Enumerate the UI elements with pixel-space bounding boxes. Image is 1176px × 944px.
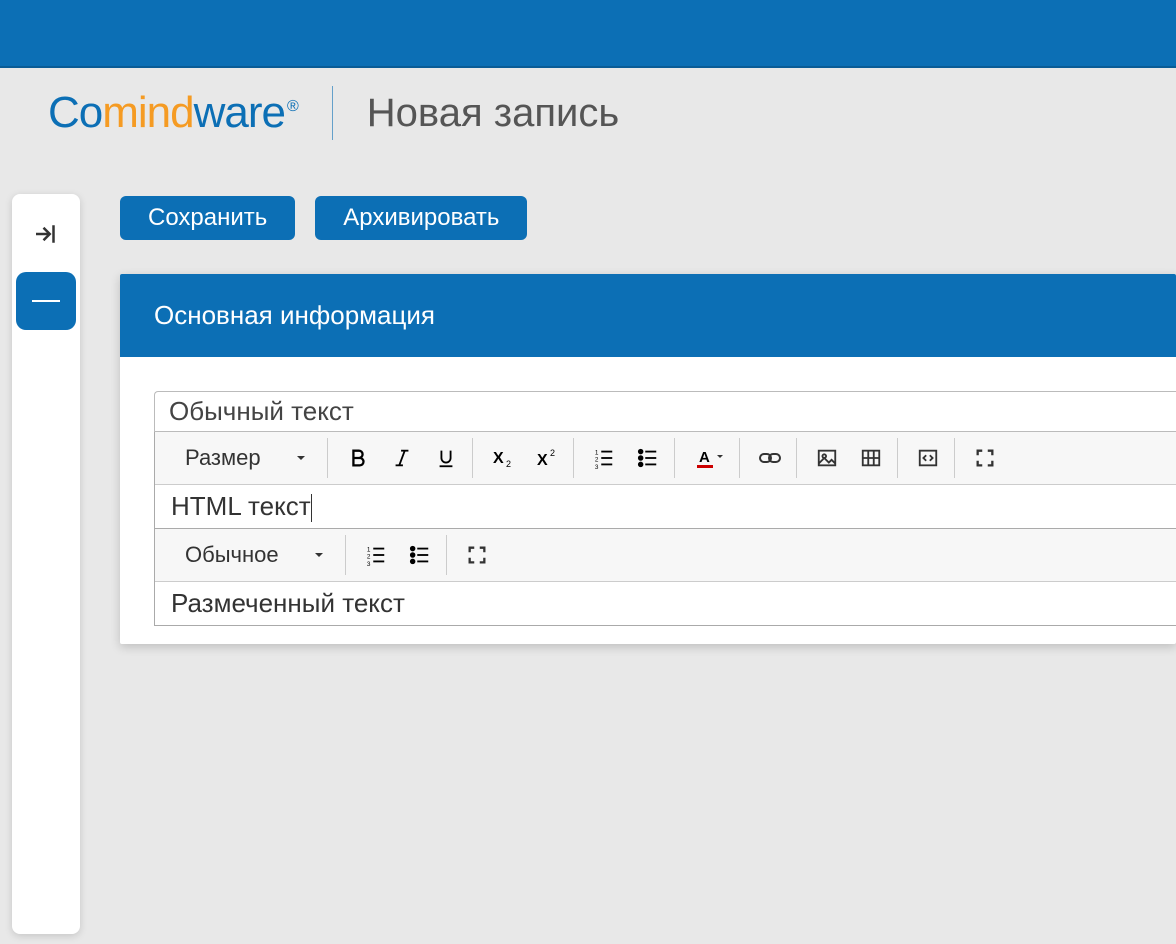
text-style-label: Обычное [185, 542, 279, 568]
caret-down-icon [313, 549, 325, 561]
underline-button[interactable] [430, 442, 462, 474]
brand-part-ware: ware [194, 88, 285, 137]
panel-header: Основная информация [120, 274, 1176, 357]
code-button[interactable] [912, 442, 944, 474]
text-color-icon: A [695, 447, 723, 469]
svg-text:2: 2 [506, 459, 511, 469]
link-button[interactable] [754, 442, 786, 474]
subscript-button[interactable]: X2 [487, 442, 519, 474]
brand-part-co: Co [48, 88, 102, 137]
svg-text:3: 3 [366, 561, 370, 566]
superscript-icon: X2 [535, 447, 559, 469]
ordered-list-button[interactable]: 123 [588, 442, 620, 474]
svg-text:X: X [537, 452, 548, 469]
svg-text:2: 2 [550, 448, 555, 458]
header-divider [332, 86, 333, 140]
fullscreen-icon [466, 544, 488, 566]
unordered-list-button-2[interactable] [404, 539, 436, 571]
html-editor: Размер X2 X2 123 [154, 431, 1176, 529]
bold-button[interactable] [342, 442, 374, 474]
fullscreen-button-2[interactable] [461, 539, 493, 571]
svg-text:2: 2 [366, 554, 370, 561]
subscript-icon: X2 [491, 447, 515, 469]
brand-logo: Comindware® [48, 88, 298, 138]
svg-text:3: 3 [594, 464, 598, 469]
top-bar [0, 0, 1176, 68]
markup-editor-content[interactable]: Размеченный текст [155, 582, 1176, 625]
fullscreen-icon [974, 447, 996, 469]
plain-text-input[interactable] [154, 391, 1176, 432]
svg-text:X: X [493, 450, 504, 467]
italic-button[interactable] [386, 442, 418, 474]
font-size-label: Размер [185, 445, 261, 471]
hamburger-icon [32, 300, 60, 302]
text-style-select[interactable]: Обычное [175, 542, 335, 568]
content-area: Сохранить Архивировать Основная информац… [120, 196, 1176, 644]
collapse-sidebar-button[interactable] [24, 212, 68, 256]
ordered-list-icon: 123 [365, 544, 387, 566]
archive-button[interactable]: Архивировать [315, 196, 527, 240]
side-rail [12, 194, 80, 934]
link-icon [758, 448, 782, 468]
font-size-select[interactable]: Размер [175, 445, 317, 471]
markup-editor: Обычное 123 Размеченный текст [154, 528, 1176, 626]
unordered-list-icon [409, 544, 431, 566]
unordered-list-icon [637, 447, 659, 469]
arrow-to-bar-icon [31, 219, 61, 249]
image-icon [816, 447, 838, 469]
svg-text:2: 2 [594, 457, 598, 464]
italic-icon [391, 447, 413, 469]
html-text-value: HTML текст [171, 491, 311, 521]
unordered-list-button[interactable] [632, 442, 664, 474]
text-color-button[interactable]: A [689, 442, 729, 474]
page-title: Новая запись [367, 91, 619, 136]
svg-text:A: A [699, 449, 710, 466]
panel-body: Размер X2 X2 123 [120, 357, 1176, 644]
svg-text:1: 1 [366, 546, 370, 553]
brand-part-mind: mind [102, 88, 193, 137]
save-button[interactable]: Сохранить [120, 196, 295, 240]
bold-icon [347, 447, 369, 469]
markup-editor-toolbar: Обычное 123 [155, 529, 1176, 582]
main-panel: Основная информация Размер [120, 274, 1176, 644]
fullscreen-button[interactable] [969, 442, 1001, 474]
ordered-list-button-2[interactable]: 123 [360, 539, 392, 571]
underline-icon [435, 447, 457, 469]
html-editor-content[interactable]: HTML текст [155, 485, 1176, 528]
caret-down-icon [295, 452, 307, 464]
superscript-button[interactable]: X2 [531, 442, 563, 474]
table-icon [860, 447, 882, 469]
action-buttons: Сохранить Архивировать [120, 196, 1176, 240]
html-editor-toolbar: Размер X2 X2 123 [155, 432, 1176, 485]
image-button[interactable] [811, 442, 843, 474]
main-menu-button[interactable] [16, 272, 76, 330]
header: Comindware® Новая запись [0, 68, 1176, 158]
ordered-list-icon: 123 [593, 447, 615, 469]
svg-text:1: 1 [594, 449, 598, 456]
code-icon [917, 447, 939, 469]
table-button[interactable] [855, 442, 887, 474]
brand-registered: ® [287, 98, 298, 115]
